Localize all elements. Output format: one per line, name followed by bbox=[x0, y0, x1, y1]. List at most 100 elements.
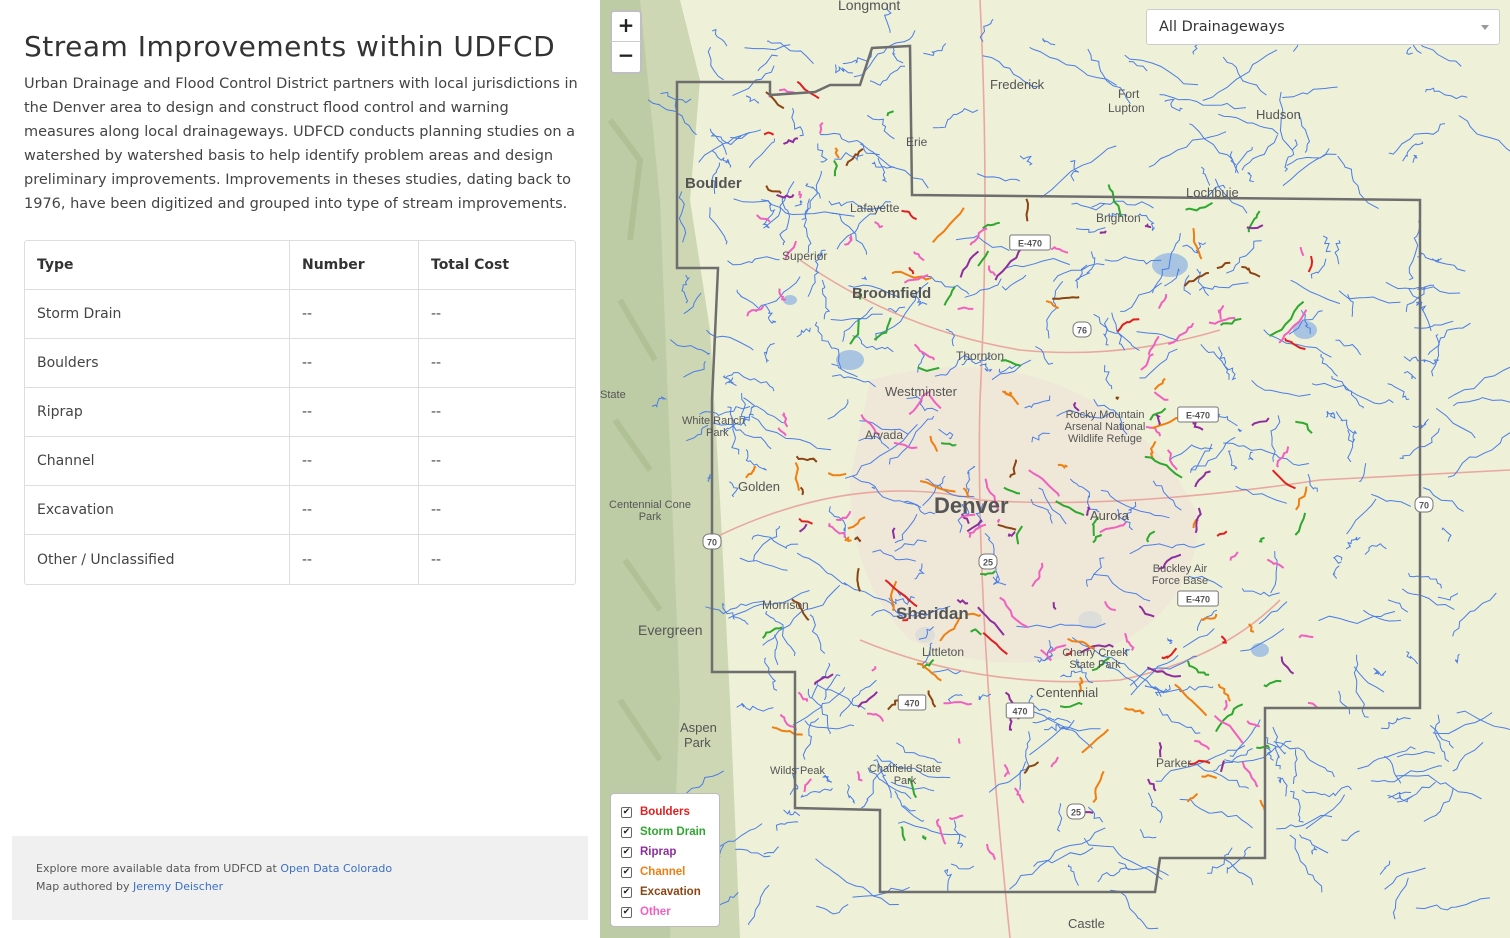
improvement-segment[interactable] bbox=[1183, 272, 1209, 287]
improvement-segment[interactable] bbox=[1295, 420, 1313, 434]
improvement-segment[interactable] bbox=[1307, 255, 1314, 273]
checkbox-icon[interactable]: ✔ bbox=[621, 806, 632, 818]
author-link[interactable]: Jeremy Deischer bbox=[133, 880, 223, 893]
drainageway-select[interactable]: All Drainageways bbox=[1146, 9, 1500, 45]
improvement-segment[interactable] bbox=[986, 843, 996, 861]
improvement-segment[interactable] bbox=[803, 778, 812, 793]
improvement-segment[interactable] bbox=[1013, 787, 1025, 804]
improvement-segment[interactable] bbox=[1194, 470, 1211, 488]
improvement-segment[interactable] bbox=[873, 317, 892, 341]
improvement-segment[interactable] bbox=[794, 462, 800, 491]
improvement-segment[interactable] bbox=[834, 147, 840, 159]
improvement-segment[interactable] bbox=[1174, 683, 1208, 717]
improvement-segment[interactable] bbox=[1213, 714, 1244, 745]
improvement-segment[interactable] bbox=[1221, 635, 1227, 644]
improvement-segment[interactable] bbox=[1059, 701, 1083, 709]
improvement-segment[interactable] bbox=[1200, 613, 1218, 621]
improvement-segment[interactable] bbox=[1298, 634, 1314, 639]
improvement-segment[interactable] bbox=[957, 738, 961, 744]
improvement-segment[interactable] bbox=[856, 567, 861, 592]
improvement-segment[interactable] bbox=[857, 691, 878, 708]
improvement-segment[interactable] bbox=[1216, 261, 1231, 270]
improvement-segment[interactable] bbox=[1025, 198, 1030, 222]
improvement-segment[interactable] bbox=[922, 835, 927, 841]
improvement-segment[interactable] bbox=[1116, 318, 1140, 333]
improvement-segment[interactable] bbox=[1158, 742, 1163, 758]
improvement-segment[interactable] bbox=[1003, 763, 1011, 778]
zoom-in-button[interactable]: + bbox=[610, 10, 642, 42]
improvement-segment[interactable] bbox=[1124, 707, 1145, 715]
improvement-segment[interactable] bbox=[1185, 201, 1214, 212]
improvement-segment[interactable] bbox=[886, 110, 895, 117]
improvement-segment[interactable] bbox=[959, 250, 980, 278]
improvement-segment[interactable] bbox=[1157, 294, 1168, 309]
improvement-segment[interactable] bbox=[1201, 774, 1218, 779]
improvement-segment[interactable] bbox=[1241, 761, 1259, 788]
legend-item-other[interactable]: ✔ Other bbox=[621, 902, 709, 922]
legend-item-channel[interactable]: ✔ Channel bbox=[621, 862, 709, 882]
improvement-segment[interactable] bbox=[874, 220, 884, 229]
improvement-segment[interactable] bbox=[819, 122, 824, 134]
improvement-segment[interactable] bbox=[977, 250, 990, 267]
improvement-segment[interactable] bbox=[833, 160, 838, 177]
improvement-segment[interactable] bbox=[913, 251, 925, 262]
improvement-segment[interactable] bbox=[798, 517, 813, 525]
zoom-out-button[interactable]: − bbox=[610, 42, 642, 74]
map-canvas[interactable]: Longmont Frederick FortLupton Hudson Boulder… bbox=[600, 0, 1510, 938]
improvement-segment[interactable] bbox=[987, 265, 997, 277]
improvement-segment[interactable] bbox=[827, 472, 847, 477]
improvement-segment[interactable] bbox=[1192, 421, 1204, 431]
improvement-segment[interactable] bbox=[1187, 660, 1210, 676]
improvement-segment[interactable] bbox=[1050, 756, 1059, 768]
improvement-segment[interactable] bbox=[913, 343, 936, 361]
improvement-segment[interactable] bbox=[1295, 486, 1308, 511]
legend-item-excavation[interactable]: ✔ Excavation bbox=[621, 882, 709, 902]
improvement-segment[interactable] bbox=[997, 518, 1001, 524]
improvement-segment[interactable] bbox=[775, 193, 795, 199]
improvement-segment[interactable] bbox=[1045, 300, 1060, 310]
improvement-segment[interactable] bbox=[1217, 305, 1225, 320]
improvement-segment[interactable] bbox=[1186, 792, 1199, 803]
improvement-segment[interactable] bbox=[935, 818, 947, 845]
improvement-segment[interactable] bbox=[797, 691, 809, 702]
improvement-segment[interactable] bbox=[866, 712, 885, 722]
improvement-segment[interactable] bbox=[796, 80, 820, 100]
improvement-segment[interactable] bbox=[1294, 512, 1307, 536]
legend-item-riprap[interactable]: ✔ Riprap bbox=[621, 842, 709, 862]
improvement-segment[interactable] bbox=[1223, 700, 1228, 711]
checkbox-icon[interactable]: ✔ bbox=[621, 846, 632, 858]
improvement-segment[interactable] bbox=[1241, 265, 1261, 278]
improvement-segment[interactable] bbox=[1052, 296, 1080, 300]
legend-item-storm-drain[interactable]: ✔ Storm Drain bbox=[621, 822, 709, 842]
improvement-segment[interactable] bbox=[798, 523, 808, 533]
improvement-segment[interactable] bbox=[1216, 530, 1228, 537]
improvement-segment[interactable] bbox=[1081, 728, 1110, 754]
map[interactable]: Longmont Frederick Fort Lupton Hudson Boulder… bbox=[600, 0, 1510, 938]
improvement-segment[interactable] bbox=[943, 701, 972, 706]
checkbox-icon[interactable]: ✔ bbox=[621, 866, 632, 878]
improvement-segment[interactable] bbox=[1092, 770, 1105, 804]
improvement-segment[interactable] bbox=[771, 726, 803, 736]
improvement-segment[interactable] bbox=[1153, 377, 1166, 391]
improvement-segment[interactable] bbox=[781, 411, 789, 428]
improvement-segment[interactable] bbox=[957, 306, 974, 311]
improvement-segment[interactable] bbox=[1217, 683, 1232, 702]
improvement-segment[interactable] bbox=[746, 305, 765, 317]
improvement-segment[interactable] bbox=[1099, 230, 1107, 234]
improvement-segment[interactable] bbox=[900, 826, 906, 842]
improvement-segment[interactable] bbox=[795, 455, 818, 463]
improvement-segment[interactable] bbox=[927, 690, 937, 708]
improvement-segment[interactable] bbox=[1023, 761, 1040, 775]
improvement-segment[interactable] bbox=[1140, 353, 1154, 371]
improvement-segment[interactable] bbox=[828, 523, 846, 538]
improvement-segment[interactable] bbox=[1194, 739, 1211, 751]
improvement-segment[interactable] bbox=[1266, 558, 1285, 569]
improvement-segment[interactable] bbox=[1215, 703, 1244, 733]
improvement-segment[interactable] bbox=[1299, 246, 1305, 256]
improvement-segment[interactable] bbox=[1147, 778, 1157, 792]
improvement-segment[interactable] bbox=[844, 536, 852, 542]
checkbox-icon[interactable]: ✔ bbox=[621, 826, 632, 838]
improvement-segment[interactable] bbox=[1280, 656, 1295, 675]
improvement-segment[interactable] bbox=[901, 209, 917, 221]
improvement-segment[interactable] bbox=[1153, 391, 1169, 401]
